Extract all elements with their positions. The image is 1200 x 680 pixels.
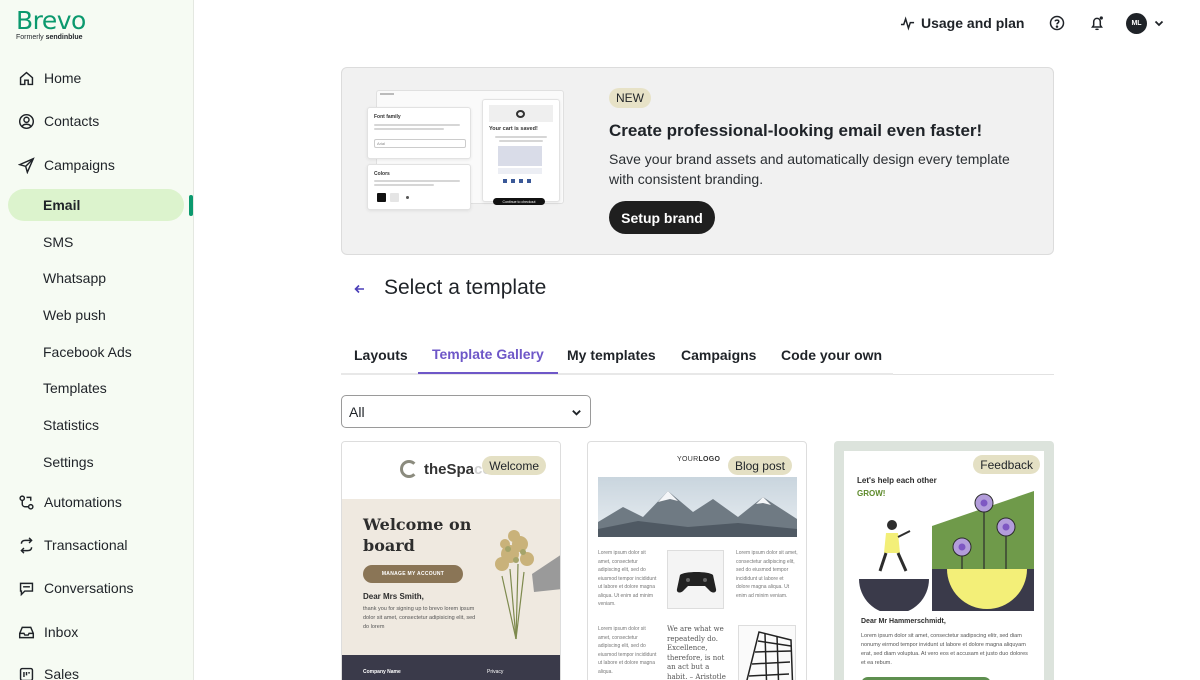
sidebar-item-campaigns[interactable]: Campaigns (0, 148, 193, 182)
sidebar-subitem-web-push[interactable]: Web push (8, 299, 184, 331)
mock-colors-title: Colors (374, 171, 390, 177)
mock-checkout-button: Continue to checkout (493, 198, 545, 205)
sidebar-item-label: Inbox (44, 624, 79, 640)
brand-kit-illustration: Font family Arial Colors Your cart is sa… (364, 90, 566, 215)
sidebar-item-label: Conversations (44, 580, 134, 596)
sidebar-item-label: Templates (43, 380, 107, 396)
sidebar-item-label: Whatsapp (43, 270, 107, 286)
setup-brand-button[interactable]: Setup brand (609, 201, 715, 234)
sidebar-item-home[interactable]: Home (0, 61, 193, 95)
sidebar-subitem-settings[interactable]: Settings (8, 446, 184, 478)
sidebar-item-label: Email (43, 197, 81, 213)
sidebar-item-sales[interactable]: Sales (0, 657, 193, 680)
tab-my-templates[interactable]: My templates (567, 336, 656, 374)
sidebar-item-contacts[interactable]: Contacts (0, 104, 193, 138)
automations-icon (17, 493, 35, 511)
template-category-tag: Welcome (482, 456, 546, 475)
brand-name: Brevo (16, 6, 86, 35)
sidebar-subitem-sms[interactable]: SMS (8, 226, 184, 258)
sidebar-subitem-whatsapp[interactable]: Whatsapp (8, 262, 184, 294)
sidebar-item-transactional[interactable]: Transactional (0, 528, 193, 562)
sidebar-item-label: Settings (43, 454, 94, 470)
sidebar-subitem-templates[interactable]: Templates (8, 372, 184, 404)
brand-kit-banner: Font family Arial Colors Your cart is sa… (341, 67, 1054, 255)
sidebar-item-label: Sales (44, 666, 80, 680)
mock-cart-title: Your cart is saved! (489, 126, 538, 132)
greeting: Dear Mrs Smith, (363, 592, 424, 601)
template-category-tag: Feedback (973, 455, 1040, 474)
sidebar-item-label: Statistics (43, 417, 100, 433)
template-card-blog-post[interactable]: Blog post YOURLOGO Lorem ipsum dolor sit… (587, 441, 807, 680)
help-icon[interactable] (1049, 15, 1065, 31)
send-icon (17, 156, 35, 174)
mock-font-title: Font family (374, 114, 401, 120)
quote-text: We are what we repeatedly do. Excellence… (667, 625, 726, 680)
tab-code-your-own[interactable]: Code your own (781, 336, 882, 374)
sidebar-item-label: Facebook Ads (43, 344, 132, 360)
banner-description: Save your brand assets and automatically… (609, 151, 1010, 187)
sidebar-item-label: Campaigns (44, 157, 115, 173)
transactional-icon (17, 536, 35, 554)
sidebar-item-label: Contacts (44, 113, 100, 129)
sidebar-item-inbox[interactable]: Inbox (0, 615, 193, 649)
category-filter-select[interactable]: All (341, 395, 591, 428)
usage-and-plan-button[interactable]: Usage and plan (900, 14, 1024, 32)
usage-label: Usage and plan (921, 15, 1025, 31)
sidebar-subitem-statistics[interactable]: Statistics (8, 409, 184, 441)
template-logo: YOURLOGO (677, 456, 721, 463)
avatar[interactable]: ML (1126, 13, 1147, 34)
flower-bouquet-image (495, 530, 560, 640)
sidebar-subitem-email[interactable]: Email (8, 189, 184, 221)
mountain-hero-image (598, 477, 797, 537)
body-text: Lorem ipsum dolor sit amet, consectetur … (861, 633, 1028, 666)
template-footer: Company Name Privacy (342, 655, 560, 680)
banner-title: Create professional-looking email even f… (609, 121, 983, 140)
sidebar-item-label: Transactional (44, 537, 128, 553)
template-tabs: Layouts Template Gallery My templates Ca… (341, 336, 1054, 375)
template-category-tag: Blog post (727, 456, 792, 475)
tab-template-gallery[interactable]: Template Gallery (418, 336, 558, 374)
contacts-icon (17, 112, 35, 130)
sidebar-item-label: Web push (43, 307, 106, 323)
back-arrow-icon[interactable] (352, 282, 368, 296)
lorem-column-3: Lorem ipsum dolor sit amet, consectetur … (598, 626, 657, 675)
template-card-welcome[interactable]: Welcome theSpace Welcome onboard MANAGE … (341, 441, 561, 680)
home-icon (17, 69, 35, 87)
sidebar-item-conversations[interactable]: Conversations (0, 571, 193, 605)
gamepad-image (667, 550, 724, 609)
chevron-down-icon (572, 410, 581, 416)
sales-icon (17, 665, 35, 680)
sidebar-item-label: Home (44, 70, 82, 86)
page-title: Select a template (384, 276, 547, 299)
sidebar-item-label: SMS (43, 234, 74, 250)
sidebar: Brevo Formerly sendinblue Home Contacts … (0, 0, 194, 680)
template-card-feedback[interactable]: Feedback Let's help each other GROW! Dear… (834, 441, 1054, 680)
building-image (738, 625, 796, 680)
mock-select: Arial (374, 139, 466, 148)
brand-formerly: Formerly sendinblue (16, 34, 83, 41)
welcome-title: Welcome on board (363, 515, 472, 555)
lorem-column-1: Lorem ipsum dolor sit amet, consectetur … (598, 550, 657, 607)
sidebar-item-automations[interactable]: Automations (0, 485, 193, 519)
sidebar-subitem-facebook-ads[interactable]: Facebook Ads (8, 336, 184, 368)
sidebar-item-label: Automations (44, 494, 122, 510)
lorem-column-2: Lorem ipsum dolor sit amet, consectetur … (736, 550, 798, 599)
tab-layouts[interactable]: Layouts (354, 336, 408, 374)
new-badge: NEW (609, 88, 651, 108)
brevo-logo[interactable]: Brevo Formerly sendinblue (16, 6, 86, 41)
template-logo: theSpace (400, 460, 491, 478)
chevron-down-icon[interactable] (1153, 17, 1165, 29)
active-indicator (189, 195, 193, 216)
inbox-icon (17, 623, 35, 641)
manage-account-button: MANAGE MY ACCOUNT (363, 565, 463, 583)
body-text: thank you for signing up to brevo lorem … (363, 606, 476, 630)
chat-icon (17, 579, 35, 597)
greeting: Dear Mr Hammerschmidt, (861, 618, 946, 625)
notification-bell-icon[interactable] (1089, 15, 1105, 31)
activity-icon (900, 15, 915, 31)
growth-illustration (859, 491, 1034, 611)
filter-value: All (349, 403, 365, 420)
tab-campaigns[interactable]: Campaigns (681, 336, 756, 374)
